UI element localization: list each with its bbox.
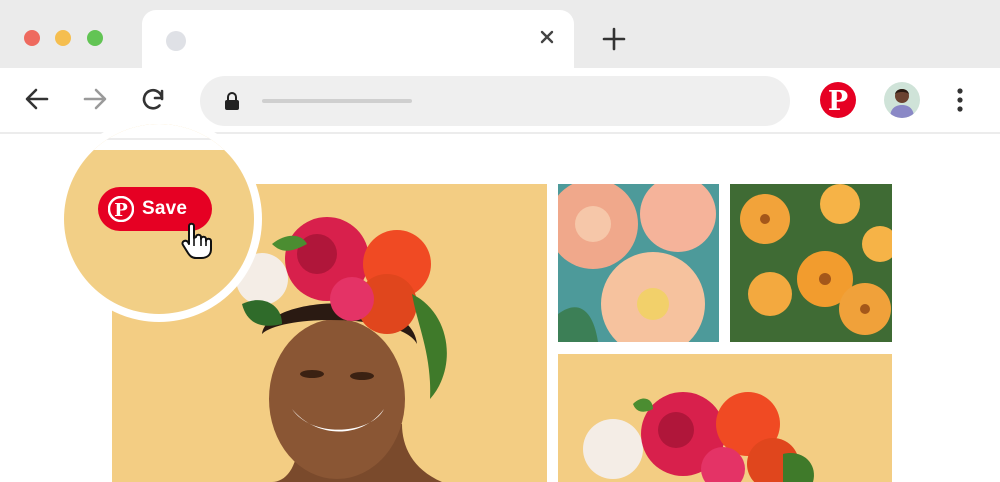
back-button[interactable] (22, 84, 52, 114)
pinterest-extension-button[interactable]: P (820, 82, 856, 118)
window-maximize-button[interactable] (87, 30, 103, 46)
window-minimize-button[interactable] (55, 30, 71, 46)
reload-button[interactable] (138, 84, 168, 114)
dahlia-flowers-image[interactable] (558, 184, 719, 342)
address-bar[interactable] (200, 76, 790, 126)
svg-text:P: P (114, 200, 128, 221)
forward-button[interactable] (80, 84, 110, 114)
new-tab-button[interactable] (600, 25, 628, 53)
magnified-toolbar-edge (64, 124, 254, 150)
tab-strip (0, 0, 1000, 68)
orange-cosmos-flowers-image[interactable] (730, 184, 892, 342)
lock-icon (225, 92, 239, 110)
pinterest-logo-icon: P (108, 196, 134, 222)
magnified-divider (64, 138, 254, 140)
svg-text:P: P (828, 86, 848, 117)
favicon-icon (166, 31, 186, 51)
avatar[interactable] (884, 82, 920, 118)
window-close-button[interactable] (24, 30, 40, 46)
hand-cursor-icon (181, 222, 212, 259)
kebab-menu-icon[interactable] (950, 85, 970, 115)
flower-bouquet-image[interactable] (558, 354, 892, 482)
save-button-label: Save (142, 198, 188, 219)
url-placeholder (262, 99, 412, 103)
browser-tab[interactable] (142, 10, 574, 68)
close-icon[interactable] (534, 24, 560, 50)
